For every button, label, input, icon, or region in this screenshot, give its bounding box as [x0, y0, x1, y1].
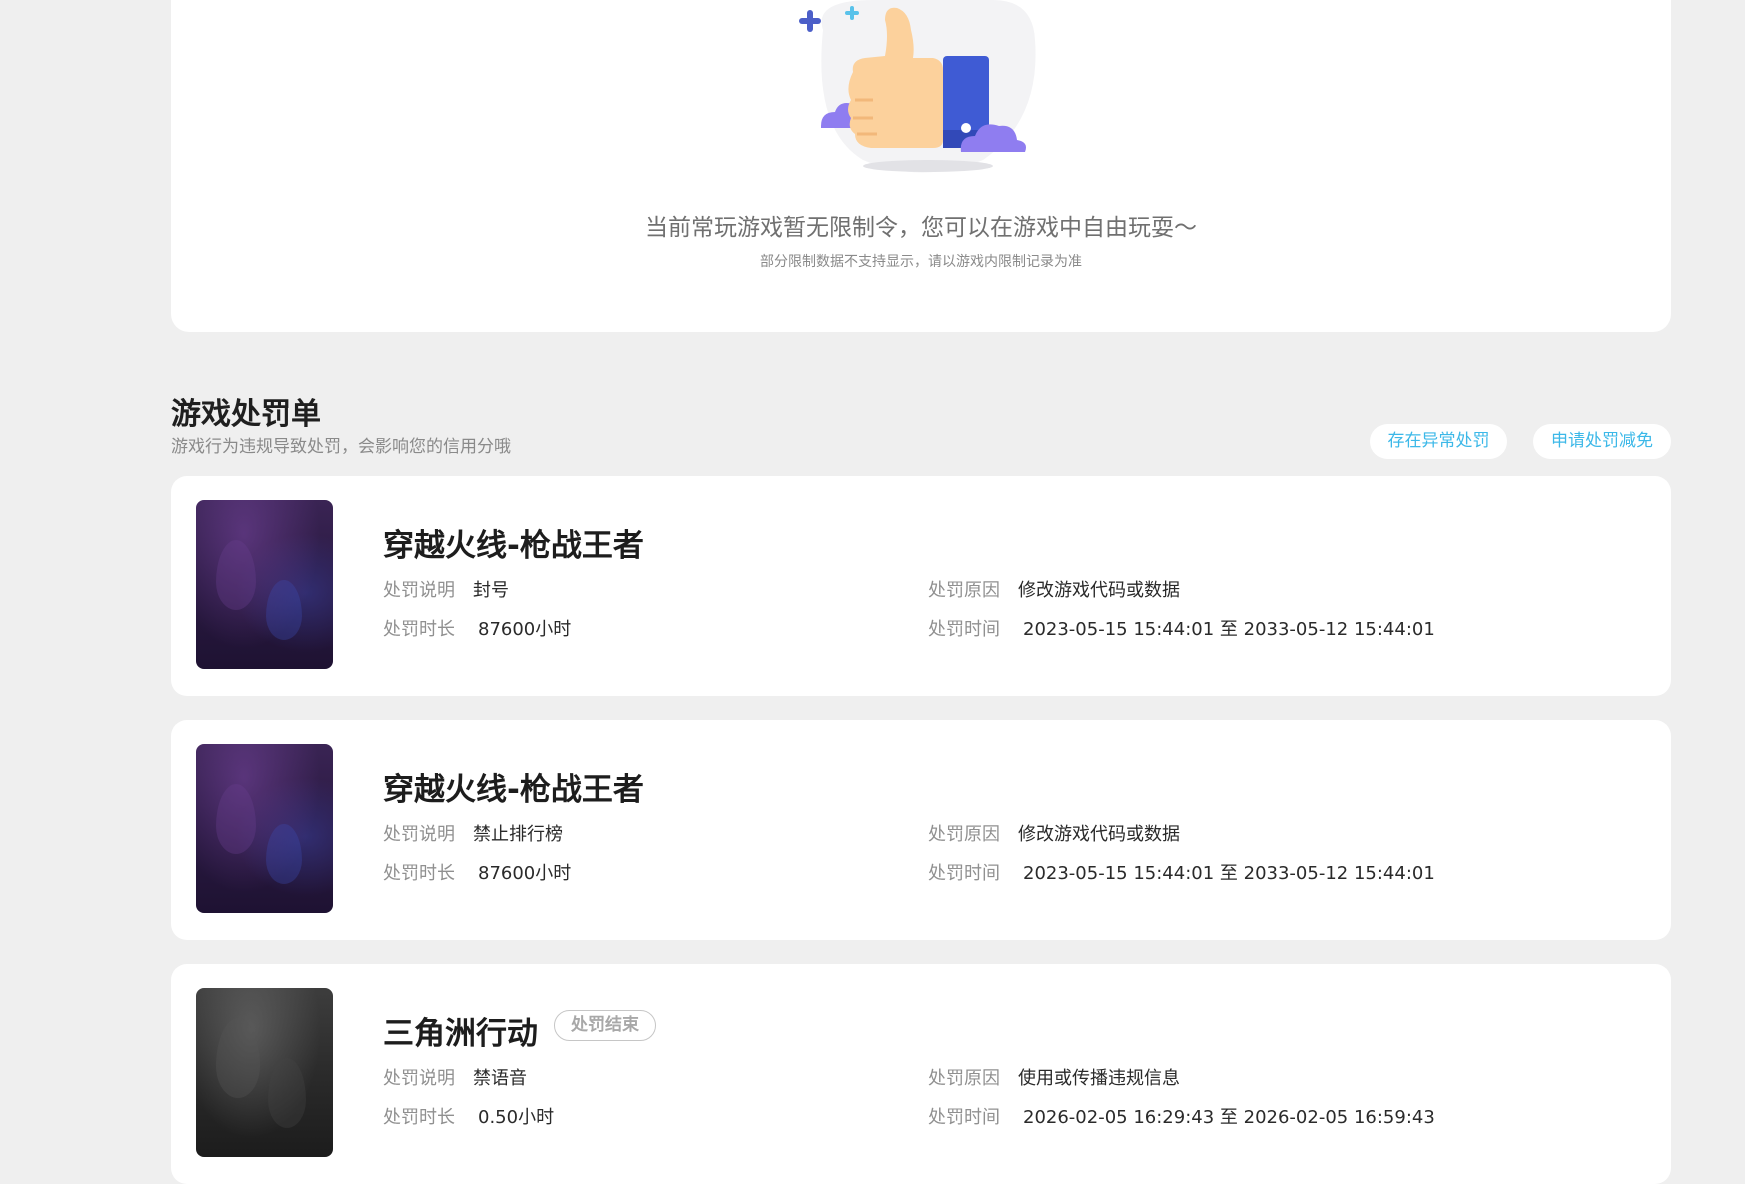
apply-reduction-button[interactable]: 申请处罚减免	[1533, 424, 1671, 459]
reason-value: 修改游戏代码或数据	[1018, 824, 1180, 845]
time-value: 2023-05-15 15:44:01 至 2033-05-12 15:44:0…	[1023, 863, 1435, 884]
game-name: 穿越火线-枪战王者	[383, 528, 644, 564]
duration-value: 87600小时	[478, 619, 572, 640]
desc-label: 处罚说明	[383, 824, 455, 845]
desc-label: 处罚说明	[383, 580, 455, 601]
penalty-card[interactable]: 穿越火线-枪战王者 处罚说明 禁止排行榜 处罚时长 87600小时 处罚原因 修…	[171, 720, 1671, 940]
penalty-card[interactable]: 穿越火线-枪战王者 处罚说明 封号 处罚时长 87600小时 处罚原因 修改游戏…	[171, 476, 1671, 696]
time-value: 2023-05-15 15:44:01 至 2033-05-12 15:44:0…	[1023, 619, 1435, 640]
status-badge: 处罚结束	[554, 1010, 656, 1041]
section-title: 游戏处罚单	[171, 397, 321, 432]
reason-label: 处罚原因	[928, 580, 1000, 601]
reason-value: 修改游戏代码或数据	[1018, 580, 1180, 601]
game-name: 三角洲行动	[383, 1016, 538, 1052]
reason-label: 处罚原因	[928, 1068, 1000, 1089]
thumbs-up-icon	[799, 0, 1036, 173]
empty-state-title: 当前常玩游戏暂无限制令，您可以在游戏中自由玩耍～	[645, 215, 1197, 241]
time-label: 处罚时间	[928, 1107, 1000, 1128]
reason-value: 使用或传播违规信息	[1018, 1068, 1180, 1089]
empty-state-subtitle: 部分限制数据不支持显示，请以游戏内限制记录为准	[760, 254, 1082, 270]
game-thumbnail	[196, 988, 333, 1157]
desc-label: 处罚说明	[383, 1068, 455, 1089]
restriction-empty-card: 当前常玩游戏暂无限制令，您可以在游戏中自由玩耍～ 部分限制数据不支持显示，请以游…	[171, 0, 1671, 332]
abnormal-penalty-button[interactable]: 存在异常处罚	[1370, 424, 1507, 459]
duration-label: 处罚时长	[383, 1107, 455, 1128]
desc-value: 禁语音	[473, 1068, 527, 1089]
time-label: 处罚时间	[928, 619, 1000, 640]
penalty-card[interactable]: 三角洲行动 处罚结束 处罚说明 禁语音 处罚时长 0.50小时 处罚原因 使用或…	[171, 964, 1671, 1184]
game-name: 穿越火线-枪战王者	[383, 772, 644, 808]
desc-value: 封号	[473, 580, 509, 601]
section-subtitle: 游戏行为违规导致处罚，会影响您的信用分哦	[171, 437, 511, 457]
desc-value: 禁止排行榜	[473, 824, 563, 845]
duration-label: 处罚时长	[383, 863, 455, 884]
reason-label: 处罚原因	[928, 824, 1000, 845]
time-value: 2026-02-05 16:29:43 至 2026-02-05 16:59:4…	[1023, 1107, 1435, 1128]
duration-value: 0.50小时	[478, 1107, 555, 1128]
time-label: 处罚时间	[928, 863, 1000, 884]
game-thumbnail	[196, 500, 333, 669]
game-thumbnail	[196, 744, 333, 913]
duration-value: 87600小时	[478, 863, 572, 884]
duration-label: 处罚时长	[383, 619, 455, 640]
